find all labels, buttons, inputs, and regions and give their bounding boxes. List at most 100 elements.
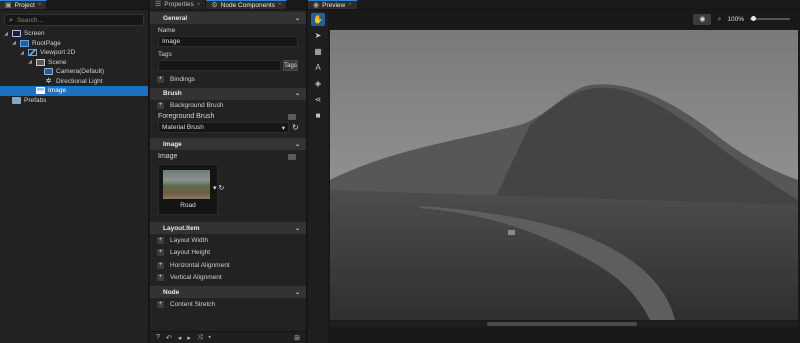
section-image[interactable]: Image ⌄ (150, 138, 306, 150)
tab-properties[interactable]: ☰ Properties × (150, 0, 207, 9)
add-icon[interactable]: + (157, 236, 164, 244)
next-icon[interactable]: ▸ (187, 334, 191, 342)
foreground-brush-select[interactable]: Material Brush ▾ (158, 122, 289, 133)
tree-item-label: Camera(Default) (56, 68, 105, 76)
add-component-icon[interactable]: ⊞ (294, 334, 300, 342)
road-landscape-image (330, 30, 798, 320)
section-title: Layout.Item (163, 224, 200, 232)
tree-item-label: Viewport 2D (40, 49, 76, 57)
tree-item-scene[interactable]: ◢ Scene (0, 58, 148, 68)
add-icon[interactable]: + (157, 102, 164, 110)
chevron-down-icon: ⌄ (294, 225, 300, 232)
add-icon[interactable]: + (157, 261, 164, 269)
camera-icon (44, 68, 53, 76)
zoom-slider[interactable] (750, 16, 790, 21)
chevron-down-icon: ⌄ (294, 289, 300, 296)
binding-icon[interactable] (288, 153, 296, 160)
section-layout-item[interactable]: Layout.Item ⌄ (150, 222, 306, 234)
tags-button[interactable]: Tags (283, 60, 298, 71)
expand-arrow-icon[interactable]: ◢ (19, 50, 25, 56)
properties-toolbar: ? ↶ ◂ ▸ ⤨ ▪ ⊞ (150, 331, 306, 343)
tree-item-camera[interactable]: Camera(Default) (0, 67, 148, 77)
horizontal-alignment-row[interactable]: + Horizontal Alignment (150, 259, 306, 272)
image-actions: ▾ ↻ (213, 184, 224, 192)
add-icon[interactable]: + (157, 249, 164, 257)
tree-item-prefabs[interactable]: Prefabs (0, 96, 148, 106)
dropdown-value: Material Brush (162, 124, 204, 131)
content-stretch-row[interactable]: + Content Stretch (150, 298, 306, 311)
layers-icon[interactable]: ◈ (311, 77, 325, 90)
preview-topbar: ◉ ⌕ 100% (328, 11, 800, 27)
tree-item-viewport[interactable]: ◢ Viewport 2D (0, 48, 148, 58)
horizontal-scrollbar[interactable] (330, 321, 798, 327)
reset-icon[interactable]: ↻ (291, 123, 300, 132)
scrollbar-thumb[interactable] (487, 322, 637, 326)
folder-tree-icon: ▣ (5, 1, 12, 9)
vertical-alignment-row[interactable]: + Vertical Alignment (150, 272, 306, 285)
lock-icon[interactable]: ▪ (208, 334, 210, 341)
layout-height-row[interactable]: + Layout Height (150, 247, 306, 260)
background-brush-row[interactable]: + Background Brush (150, 100, 306, 113)
pan-tool-icon[interactable]: ✋ (311, 13, 325, 26)
expand-arrow-icon[interactable]: ◢ (11, 40, 17, 46)
dropdown-arrow-icon: ▾ (281, 124, 285, 132)
add-icon[interactable]: + (157, 75, 164, 83)
name-field[interactable]: Image (158, 36, 298, 47)
preview-icon: ◉ (313, 1, 320, 9)
reset-icon[interactable]: ↻ (219, 184, 225, 192)
tree-item-screen[interactable]: ◢ Screen (0, 29, 148, 39)
tab-preview[interactable]: ◉ Preview × (308, 0, 358, 9)
previous-icon[interactable]: ◂ (178, 334, 182, 342)
properties-tabbar: ☰ Properties × ⚙ Node Components × (150, 0, 306, 10)
viewport-icon (28, 49, 37, 57)
layout-width-row[interactable]: + Layout Width (150, 234, 306, 247)
tab-project[interactable]: ▣ Project × (0, 0, 48, 9)
background-brush-label: Background Brush (170, 102, 224, 110)
grid-icon[interactable]: ▦ (311, 45, 325, 58)
tags-field[interactable] (158, 60, 281, 71)
help-icon[interactable]: ? (156, 334, 160, 341)
tab-node-components[interactable]: ⚙ Node Components × (206, 0, 288, 9)
section-title: Node (163, 288, 180, 296)
preview-canvas[interactable] (330, 30, 798, 320)
text-tool-icon[interactable]: A (311, 61, 325, 74)
zoom-slider-knob[interactable] (751, 16, 756, 21)
camera-tool-icon[interactable]: ■ (311, 109, 325, 122)
chevron-down-icon: ⌄ (294, 15, 300, 22)
section-node[interactable]: Node ⌄ (150, 286, 306, 298)
zoom-level: 100% (727, 15, 744, 23)
swap-icon[interactable]: ⤨ (197, 334, 203, 342)
tree-item-light[interactable]: ✲ Directional Light (0, 77, 148, 87)
bindings-row[interactable]: + Bindings (150, 73, 306, 86)
section-general[interactable]: General ⌄ (150, 12, 306, 24)
share-icon[interactable]: ⋖ (311, 93, 325, 106)
visibility-button[interactable]: ◉ (693, 13, 712, 25)
close-icon[interactable]: × (197, 2, 201, 8)
tree-item-rootpage[interactable]: ◢ RootPage (0, 39, 148, 49)
binding-icon[interactable] (288, 113, 296, 120)
section-brush[interactable]: Brush ⌄ (150, 87, 306, 100)
thumbnail-image (163, 170, 210, 199)
undo-icon[interactable]: ↶ (166, 334, 172, 342)
close-icon[interactable]: × (278, 2, 282, 8)
image-thumbnail-button[interactable]: Road (158, 164, 218, 215)
expand-arrow-icon[interactable]: ◢ (27, 59, 33, 65)
select-tool-icon[interactable]: ➤ (311, 29, 325, 42)
foreground-brush-label: Foreground Brush (158, 113, 215, 120)
close-icon[interactable]: × (348, 2, 352, 8)
tree-item-image[interactable]: Image (0, 86, 148, 96)
property-label: Content Stretch (170, 300, 216, 308)
search-input[interactable]: ⌕ Search... (4, 14, 144, 26)
tags-label: Tags (158, 51, 172, 58)
close-icon[interactable]: × (38, 2, 42, 8)
add-icon[interactable]: + (157, 274, 164, 282)
search-icon: ⌕ (9, 16, 13, 24)
light-icon: ✲ (45, 77, 52, 85)
tree-item-label: RootPage (32, 39, 61, 47)
dropdown-arrow-icon[interactable]: ▾ (213, 184, 217, 192)
add-icon[interactable]: + (157, 300, 164, 308)
tags-row: Tags (158, 60, 298, 71)
image-label: Image (158, 153, 178, 160)
expand-arrow-icon[interactable]: ◢ (3, 31, 9, 37)
properties-panel: ☰ Properties × ⚙ Node Components × Gener… (150, 0, 307, 343)
